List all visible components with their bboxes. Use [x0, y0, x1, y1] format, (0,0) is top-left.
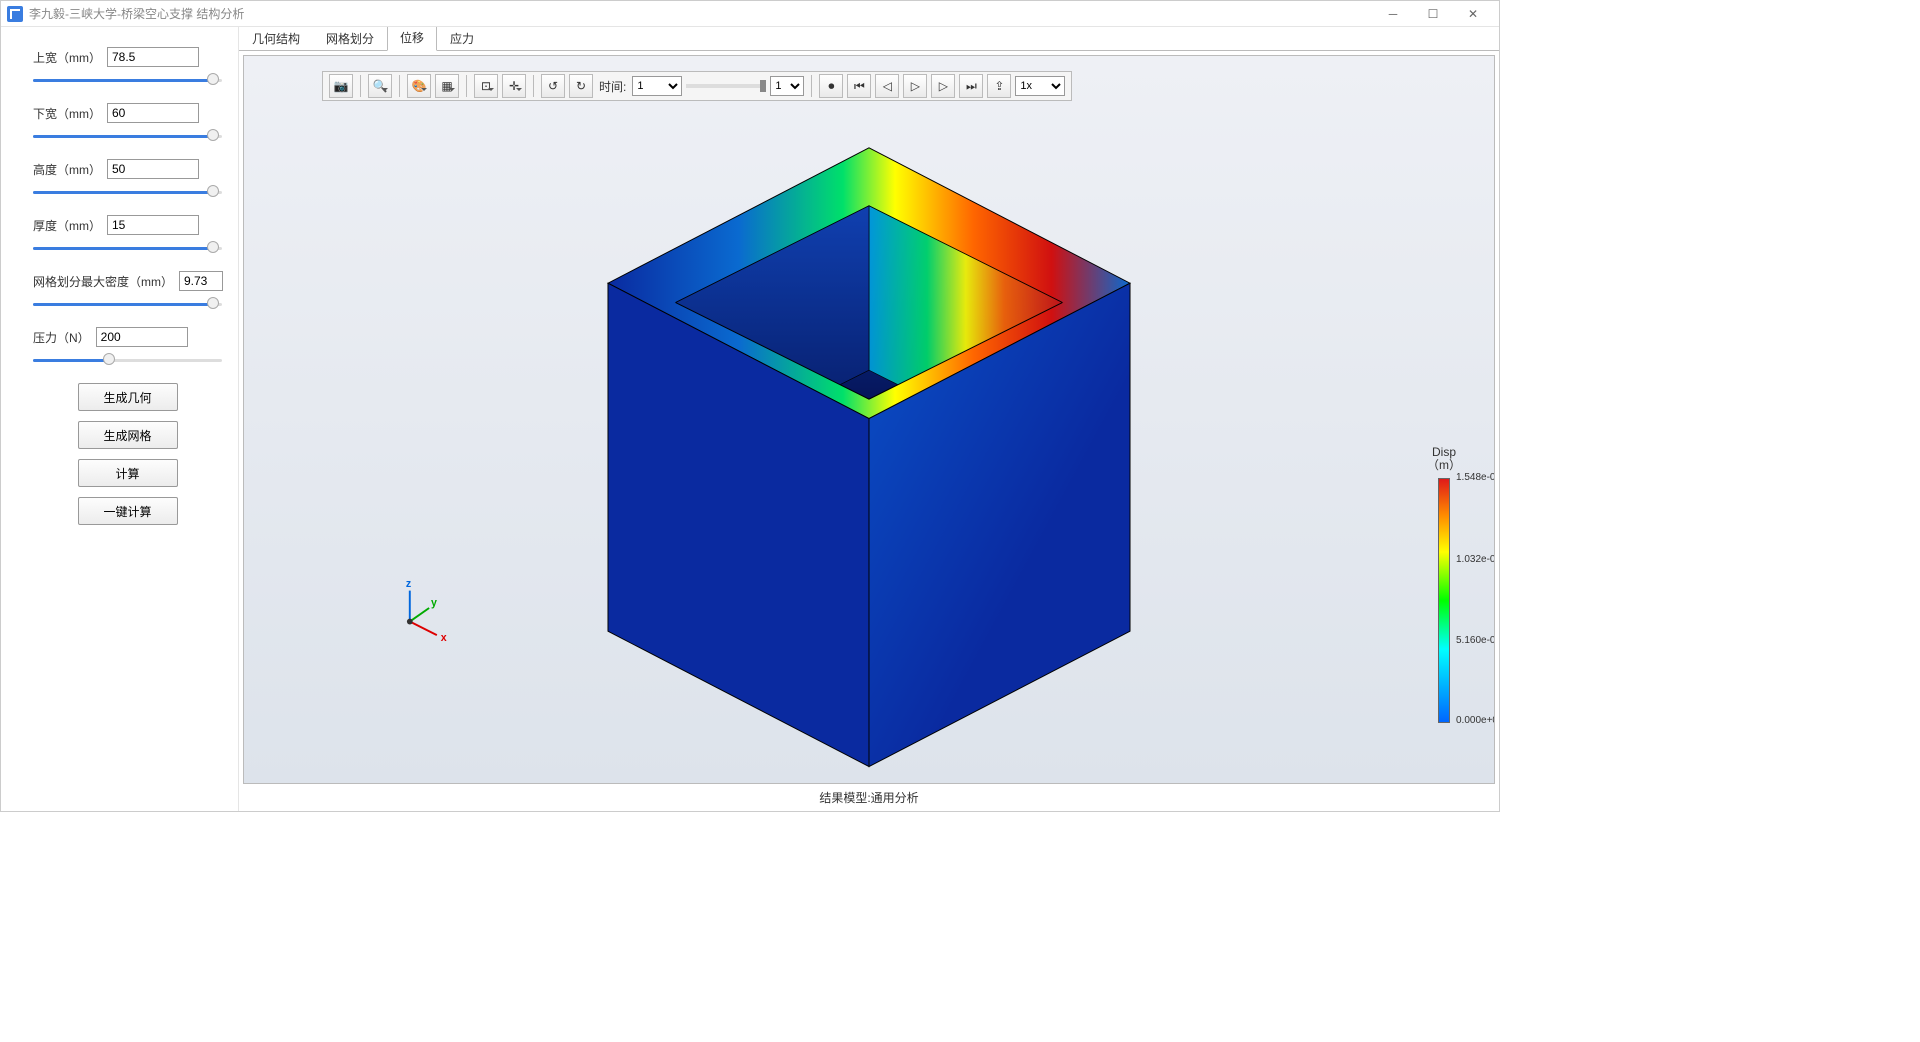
- rotate-cw-icon[interactable]: ↻: [569, 74, 593, 98]
- action-button[interactable]: 生成几何: [78, 383, 178, 411]
- param-row: 上宽（mm）: [33, 47, 222, 87]
- action-button[interactable]: 一键计算: [78, 497, 178, 525]
- time-label: 时间:: [599, 78, 626, 95]
- legend-tick: 1.032e-06: [1456, 554, 1495, 565]
- param-label: 网格划分最大密度（mm）: [33, 273, 173, 290]
- status-text: 结果模型:通用分析: [239, 786, 1499, 811]
- param-input[interactable]: [107, 47, 199, 67]
- app-icon: [7, 6, 23, 22]
- cube-color-icon[interactable]: ▦: [435, 74, 459, 98]
- window-title: 李九毅-三峡大学-桥梁空心支撑 结构分析: [29, 5, 1373, 22]
- close-button[interactable]: ✕: [1453, 3, 1493, 25]
- param-input[interactable]: [107, 215, 199, 235]
- legend-tick: 1.548e-06: [1456, 472, 1495, 483]
- param-slider[interactable]: [33, 239, 222, 255]
- param-row: 高度（mm）: [33, 159, 222, 199]
- play-icon[interactable]: ▷: [903, 74, 927, 98]
- select-mode-icon[interactable]: ⊡: [474, 74, 498, 98]
- export-icon[interactable]: ⇪: [987, 74, 1011, 98]
- param-slider[interactable]: [33, 295, 222, 311]
- param-slider[interactable]: [33, 127, 222, 143]
- param-label: 厚度（mm）: [33, 217, 101, 234]
- param-input[interactable]: [179, 271, 223, 291]
- color-legend: Disp （m） 1.548e-061.032e-065.160e-070.00…: [1414, 446, 1474, 723]
- viewport-toolbar: 📷 🔍 🎨 ▦ ⊡ ✛ ↺ ↻ 时间: 1 1: [322, 71, 1072, 101]
- param-label: 高度（mm）: [33, 161, 101, 178]
- record-icon[interactable]: ⏺: [819, 74, 843, 98]
- viewport-3d[interactable]: x y z: [244, 56, 1494, 783]
- minimize-button[interactable]: ─: [1373, 3, 1413, 25]
- param-row: 下宽（mm）: [33, 103, 222, 143]
- param-label: 上宽（mm）: [33, 49, 101, 66]
- legend-bar: [1438, 478, 1450, 723]
- param-input[interactable]: [107, 103, 199, 123]
- rotate-ccw-icon[interactable]: ↺: [541, 74, 565, 98]
- axis-x-label: x: [441, 632, 447, 644]
- result-tabs: 几何结构网格划分位移应力: [239, 27, 1499, 51]
- result-canvas-frame: x y z 📷 🔍 🎨 ▦ ⊡ ✛: [243, 55, 1495, 784]
- maximize-button[interactable]: ☐: [1413, 3, 1453, 25]
- titlebar: 李九毅-三峡大学-桥梁空心支撑 结构分析 ─ ☐ ✕: [1, 1, 1499, 27]
- axis-y-label: y: [431, 597, 437, 609]
- legend-tick: 5.160e-07: [1456, 635, 1495, 646]
- next-frame-icon[interactable]: ▷: [931, 74, 955, 98]
- param-row: 压力（N）: [33, 327, 222, 367]
- action-button[interactable]: 生成网格: [78, 421, 178, 449]
- parameter-panel: 上宽（mm） 下宽（mm） 高度（mm） 厚度（mm） 网格划分最大密度（mm） 压力（N…: [1, 27, 239, 811]
- param-slider[interactable]: [33, 71, 222, 87]
- param-row: 网格划分最大密度（mm）: [33, 271, 222, 311]
- param-label: 下宽（mm）: [33, 105, 101, 122]
- camera-icon[interactable]: 📷: [329, 74, 353, 98]
- param-input[interactable]: [107, 159, 199, 179]
- tab[interactable]: 几何结构: [239, 27, 313, 51]
- param-row: 厚度（mm）: [33, 215, 222, 255]
- tab[interactable]: 位移: [387, 27, 437, 51]
- param-slider[interactable]: [33, 351, 222, 367]
- tab[interactable]: 网格划分: [313, 27, 387, 51]
- action-button[interactable]: 计算: [78, 459, 178, 487]
- palette-icon[interactable]: 🎨: [407, 74, 431, 98]
- param-slider[interactable]: [33, 183, 222, 199]
- axis-mode-icon[interactable]: ✛: [502, 74, 526, 98]
- legend-unit: （m）: [1414, 459, 1474, 472]
- zoom-icon[interactable]: 🔍: [368, 74, 392, 98]
- param-label: 压力（N）: [33, 329, 90, 346]
- time-slider[interactable]: [686, 84, 766, 88]
- tab[interactable]: 应力: [437, 27, 487, 51]
- time-select[interactable]: 1: [632, 76, 682, 96]
- param-input[interactable]: [96, 327, 188, 347]
- frame-select[interactable]: 1: [770, 76, 804, 96]
- axis-z-label: z: [406, 578, 411, 590]
- legend-tick: 0.000e+00: [1456, 715, 1495, 726]
- prev-frame-icon[interactable]: ◁: [875, 74, 899, 98]
- last-frame-icon[interactable]: ⏭: [959, 74, 983, 98]
- app-window: 李九毅-三峡大学-桥梁空心支撑 结构分析 ─ ☐ ✕ 上宽（mm） 下宽（mm） 高…: [0, 0, 1500, 812]
- first-frame-icon[interactable]: ⏮: [847, 74, 871, 98]
- speed-select[interactable]: 1x: [1015, 76, 1065, 96]
